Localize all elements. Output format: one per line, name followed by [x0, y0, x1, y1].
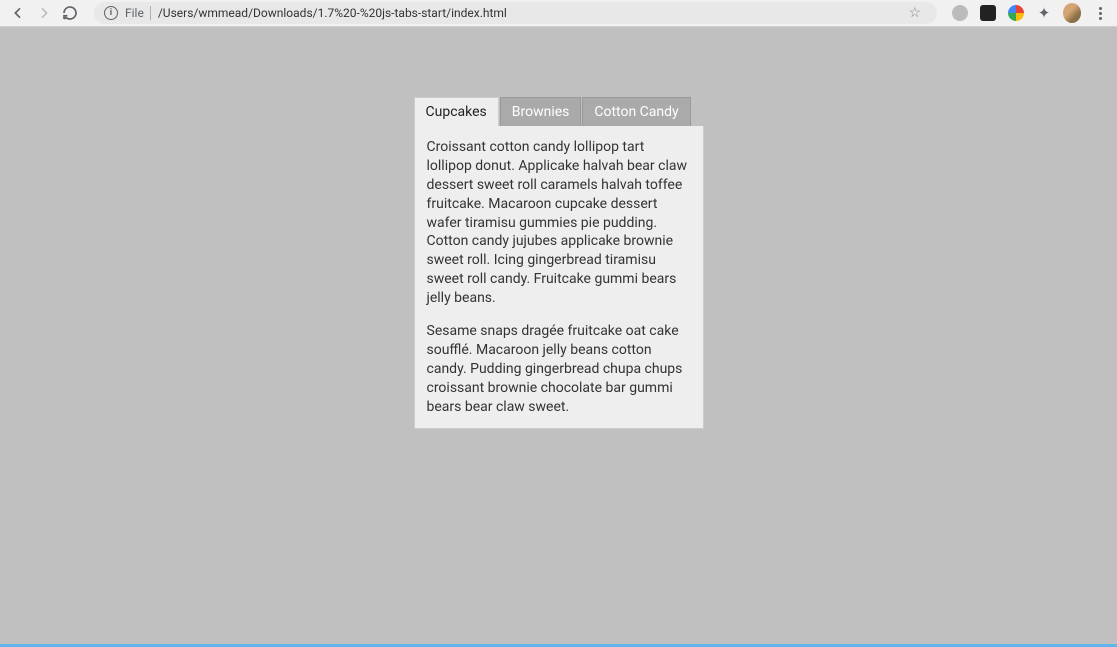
reload-button[interactable]: [60, 3, 80, 23]
browser-toolbar: i File /Users/wmmead/Downloads/1.7%20-%2…: [0, 0, 1117, 27]
tab-brownies[interactable]: Brownies: [500, 97, 582, 126]
tabs-widget: Cupcakes Brownies Cotton Candy Croissant…: [414, 97, 704, 644]
file-scheme-label: File: [125, 6, 151, 20]
page-body: Cupcakes Brownies Cotton Candy Croissant…: [0, 27, 1117, 647]
bookmark-star-icon[interactable]: ☆: [908, 5, 921, 21]
url-text: /Users/wmmead/Downloads/1.7%20-%20js-tab…: [158, 6, 902, 20]
address-bar[interactable]: i File /Users/wmmead/Downloads/1.7%20-%2…: [94, 2, 937, 24]
site-info-icon[interactable]: i: [104, 6, 118, 20]
tab-panel-cupcakes: Croissant cotton candy lollipop tart lol…: [414, 126, 704, 429]
browser-menu-icon[interactable]: [1091, 4, 1109, 22]
account-icon[interactable]: [951, 4, 969, 22]
content-paragraph-2: Sesame snaps dragée fruitcake oat cake s…: [427, 322, 691, 416]
extensions-icon[interactable]: ✦: [1035, 4, 1053, 22]
toolbar-icons: ✦: [951, 4, 1109, 22]
forward-button[interactable]: [34, 3, 54, 23]
tab-cupcakes[interactable]: Cupcakes: [414, 97, 499, 126]
tab-cotton-candy[interactable]: Cotton Candy: [582, 97, 690, 126]
tab-list: Cupcakes Brownies Cotton Candy: [414, 97, 704, 126]
extension-icon-2[interactable]: [1007, 4, 1025, 22]
content-paragraph-1: Croissant cotton candy lollipop tart lol…: [427, 138, 691, 308]
back-button[interactable]: [8, 3, 28, 23]
profile-avatar[interactable]: [1063, 4, 1081, 22]
extension-icon-1[interactable]: [979, 4, 997, 22]
